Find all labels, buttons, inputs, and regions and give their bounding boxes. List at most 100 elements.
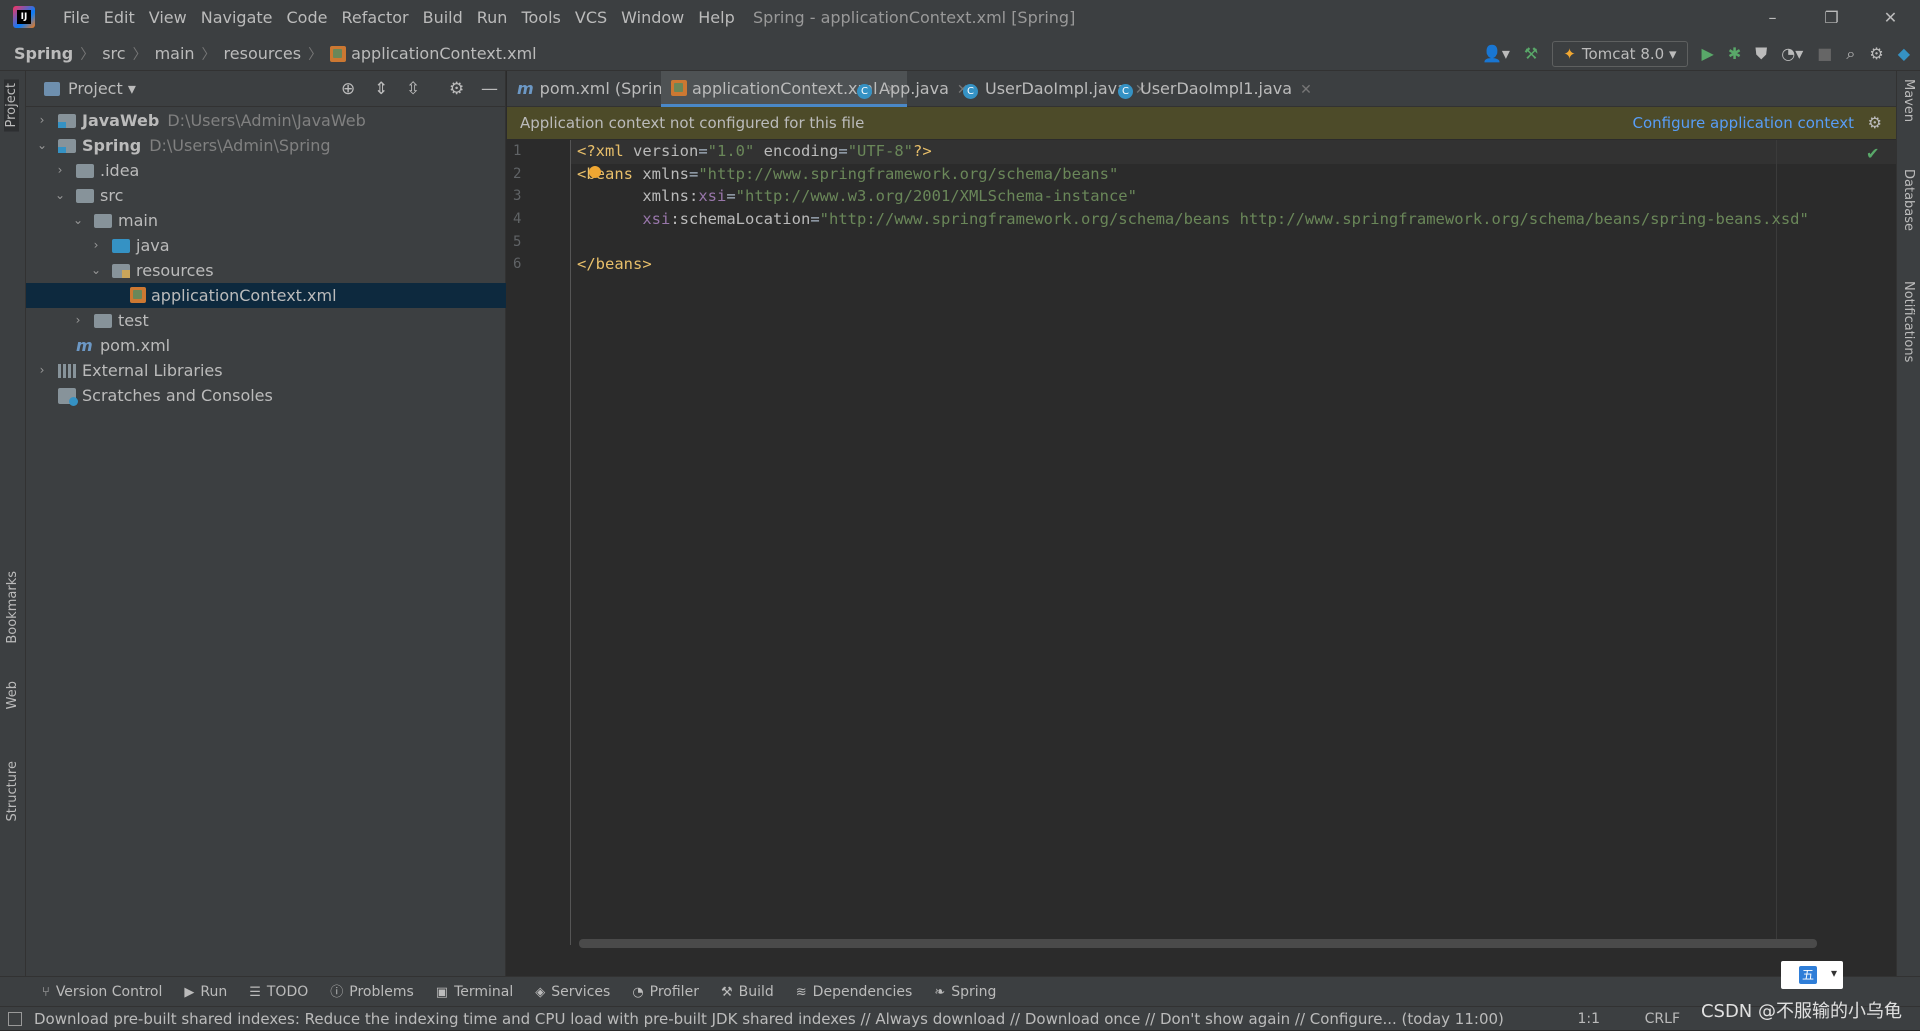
menu-navigate[interactable]: Navigate [194,0,280,36]
tool-build[interactable]: ⚒ Build [721,977,774,1007]
chevron-right-icon[interactable]: › [36,358,48,383]
web-tool-button[interactable]: Web [5,681,20,709]
breadcrumb-resources[interactable]: resources [224,44,309,63]
project-view-select[interactable]: Project ▾ [44,71,136,107]
tool-label: Build [738,983,774,1000]
tab-label: pom.xml (Spring) [539,79,679,98]
tree-item[interactable]: ⌄ resources [26,258,506,283]
database-tool-button[interactable]: Database [1901,169,1916,231]
run-configuration-select[interactable]: ✦ Tomcat 8.0 ▾ [1552,40,1688,67]
menu-window[interactable]: Window [614,0,691,36]
coverage-icon[interactable]: ⛊ [1755,44,1767,64]
breadcrumb-src[interactable]: src [102,44,132,63]
debug-icon[interactable]: ✱ [1728,44,1741,63]
breadcrumb-file[interactable]: applicationContext.xml [351,44,544,63]
code-token: ?> [913,142,932,160]
menu-edit[interactable]: Edit [97,0,142,36]
close-button[interactable]: ✕ [1861,0,1920,36]
restore-button[interactable]: ❐ [1802,0,1861,36]
bookmarks-tool-button[interactable]: Bookmarks [5,571,20,644]
layout-icon[interactable] [8,1012,22,1026]
chevron-down-icon[interactable]: ⌄ [54,183,66,208]
gear-icon[interactable]: ⚙ [449,71,464,107]
source-folder-icon [112,239,130,253]
line-number: 1 [513,143,522,159]
tree-item[interactable]: › java [26,233,506,258]
project-tool-button[interactable]: Project [4,79,19,132]
tool-version-control[interactable]: ⑂ Version Control [42,977,162,1007]
stop-icon[interactable]: ■ [1817,44,1832,63]
chevron-down-icon[interactable]: ⌄ [36,133,48,158]
plugin-icon[interactable]: ◆ [1898,44,1910,63]
menu-code[interactable]: Code [280,0,335,36]
code-token: </beans> [577,255,652,273]
tree-item[interactable]: m pom.xml [26,333,506,358]
tool-problems[interactable]: ⓘ Problems [330,977,414,1007]
menu-vcs[interactable]: VCS [568,0,614,36]
menu-run[interactable]: Run [470,0,515,36]
menu-tools[interactable]: Tools [514,0,567,36]
menu-refactor[interactable]: Refactor [334,0,415,36]
caret-position[interactable]: 1:1 [1577,1007,1600,1031]
menu-file[interactable]: File [56,0,97,36]
tool-services[interactable]: ◈ Services [535,977,610,1007]
tree-item[interactable]: › External Libraries [26,358,506,383]
tool-profiler[interactable]: ◔ Profiler [632,977,699,1007]
tool-todo[interactable]: ☰ TODO [249,977,308,1007]
code-editor[interactable]: 123456 <?xml version="1.0" encoding="UTF… [507,140,1896,948]
code-token: "http://www.springframework.org/schema/b… [819,210,1809,228]
tool-dependencies[interactable]: ≋ Dependencies [796,977,913,1007]
locate-icon[interactable]: ⊕ [341,71,355,107]
chevron-right-icon[interactable]: › [36,108,48,133]
hide-icon[interactable]: — [481,71,498,107]
code-token: xsi [698,187,727,205]
minimize-button[interactable]: – [1743,0,1802,36]
breadcrumb-project[interactable]: Spring [14,44,80,63]
code-token: = [689,165,699,183]
tab-userdaoimpl1-java[interactable]: C UserDaoImpl1.java ✕ [1108,71,1322,107]
tool-terminal[interactable]: ▣ Terminal [436,977,513,1007]
expand-all-icon[interactable]: ⇕ [374,71,388,107]
tool-spring[interactable]: ❧ Spring [934,977,996,1007]
user-icon[interactable]: 👤▾ [1482,44,1510,63]
structure-tool-button[interactable]: Structure [5,761,20,821]
profile-icon[interactable]: ◔▾ [1781,44,1803,63]
tree-item[interactable]: › test [26,308,506,333]
search-icon[interactable]: ⌕ [1846,44,1855,64]
settings-icon[interactable]: ⚙ [1869,44,1883,63]
maven-tool-button[interactable]: Maven [1901,79,1916,122]
tree-item[interactable]: › .idea [26,158,506,183]
tree-item[interactable]: ⌄ main [26,208,506,233]
menu-help[interactable]: Help [691,0,741,36]
hammer-icon[interactable]: ⚒ [1524,44,1538,63]
watermark: CSDN @不服输的小乌龟 [1700,1001,1902,1022]
close-tab-icon[interactable]: ✕ [1300,82,1312,98]
horizontal-scrollbar[interactable] [579,939,1817,948]
status-message[interactable]: Download pre-built shared indexes: Reduc… [34,1007,1504,1031]
gear-icon[interactable]: ⚙ [1868,107,1882,139]
input-method-widget[interactable]: 五 ▾ [1781,961,1843,989]
project-tree: › JavaWeb D:\Users\Admin\JavaWeb ⌄ Spring D:\… [26,108,506,408]
tool-run[interactable]: ▶ Run [184,977,227,1007]
breadcrumb-main[interactable]: main [155,44,202,63]
tree-item[interactable]: Scratches and Consoles [26,383,506,408]
chevron-right-icon[interactable]: › [90,233,102,258]
chevron-down-icon[interactable]: ⌄ [72,208,84,233]
menu-build[interactable]: Build [416,0,470,36]
chevron-right-icon[interactable]: › [54,158,66,183]
menu-view[interactable]: View [142,0,194,36]
project-panel: Project ▾ ⊕ ⇕ ⇳ ⚙ — › JavaWeb D:\Users\Adm… [26,71,506,976]
bulb-icon[interactable] [589,166,601,178]
chevron-down-icon[interactable]: ⌄ [90,258,102,283]
notifications-tool-button[interactable]: Notifications [1901,281,1916,362]
tree-item[interactable]: applicationContext.xml [26,283,506,308]
tree-item[interactable]: › JavaWeb D:\Users\Admin\JavaWeb [26,108,506,133]
tree-item[interactable]: ⌄ Spring D:\Users\Admin\Spring [26,133,506,158]
chevron-right-icon[interactable]: › [72,308,84,333]
configure-context-link[interactable]: Configure application context [1632,107,1854,139]
collapse-all-icon[interactable]: ⇳ [406,71,420,107]
run-icon[interactable]: ▶ [1702,44,1714,63]
line-separator[interactable]: CRLF [1645,1007,1680,1031]
tree-item[interactable]: ⌄ src [26,183,506,208]
maven-icon: m [76,336,93,355]
